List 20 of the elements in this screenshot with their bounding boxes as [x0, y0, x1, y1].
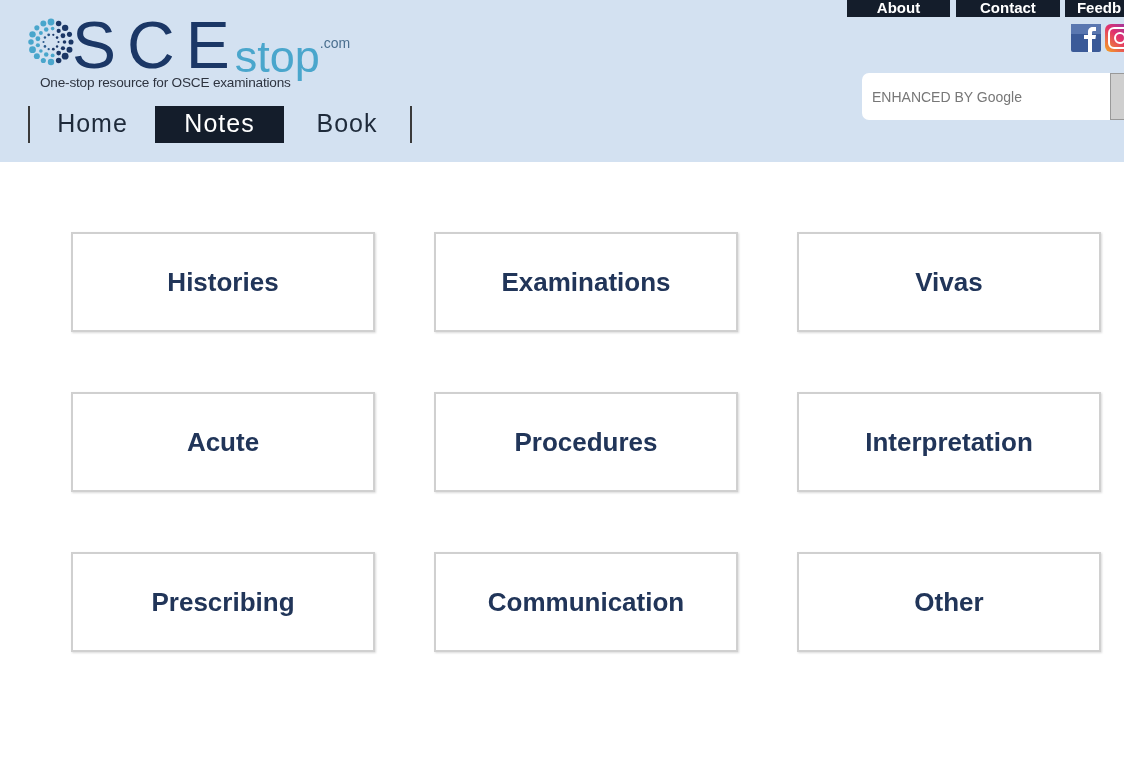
top-link[interactable]: About [847, 0, 950, 17]
category-button[interactable]: Acute [71, 392, 375, 492]
nav-tab[interactable]: Book [284, 105, 410, 143]
category-button[interactable]: Prescribing [71, 552, 375, 652]
instagram-icon[interactable] [1105, 24, 1124, 52]
logo-dots-icon [28, 16, 74, 68]
nav-tab[interactable]: Notes [155, 105, 284, 143]
top-link[interactable]: Contact [955, 0, 1060, 17]
category-button[interactable]: Procedures [434, 392, 738, 492]
category-button[interactable]: Interpretation [797, 392, 1101, 492]
facebook-icon[interactable] [1071, 24, 1101, 52]
category-button[interactable]: Histories [71, 232, 375, 332]
logo-text: .com [319, 36, 351, 50]
top-link[interactable]: Feedb [1064, 0, 1124, 17]
category-button[interactable]: Vivas [797, 232, 1101, 332]
search-field[interactable]: ENHANCED BY Google [862, 73, 1110, 120]
nav-tab[interactable]: Home [30, 105, 155, 143]
category-button[interactable]: Other [797, 552, 1101, 652]
category-button[interactable]: Communication [434, 552, 738, 652]
category-button[interactable]: Examinations [434, 232, 738, 332]
